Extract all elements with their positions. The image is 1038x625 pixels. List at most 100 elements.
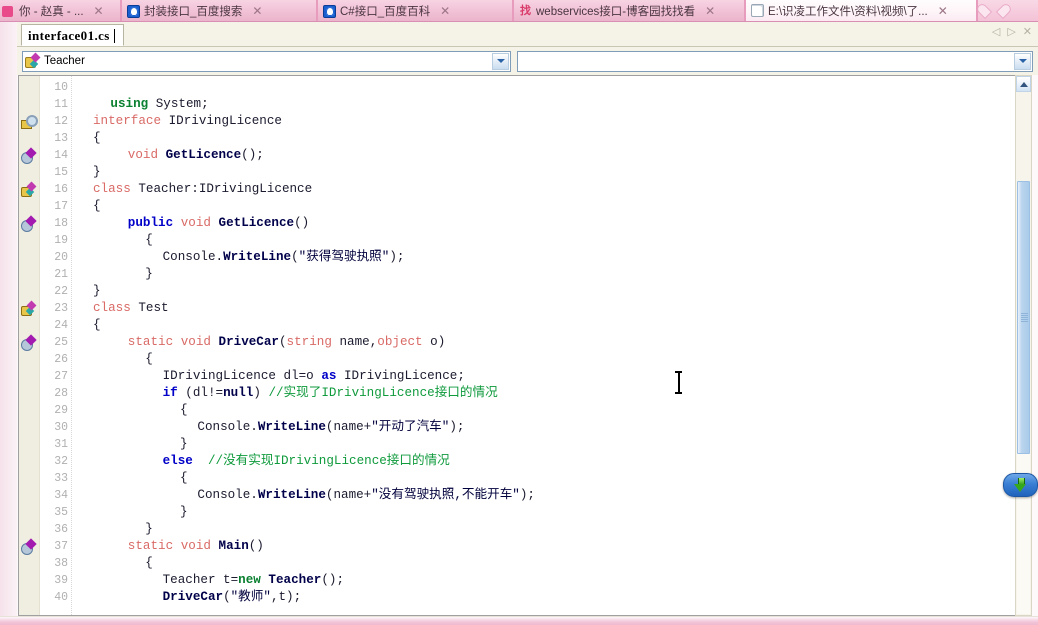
code-line[interactable]: } — [93, 164, 101, 181]
code-line[interactable]: Console.WriteLine("获得驾驶执照"); — [163, 249, 405, 266]
code-line[interactable]: } — [145, 521, 153, 538]
chevron-down-icon[interactable] — [1014, 52, 1031, 70]
method-purple-icon[interactable] — [21, 148, 38, 164]
code-token: static — [127, 335, 174, 349]
code-line[interactable]: { — [93, 130, 101, 147]
type-combo[interactable]: Teacher — [22, 50, 511, 72]
code-line[interactable]: IDrivingLicence dl=o as IDrivingLicence; — [163, 368, 465, 385]
line-number: 15 — [54, 166, 68, 179]
new-tab-button[interactable] — [978, 0, 1038, 21]
code-token: interface — [93, 114, 162, 128]
line-number: 26 — [54, 353, 68, 366]
browser-tab-close-icon[interactable]: ✕ — [938, 5, 948, 17]
code-token: ); — [389, 250, 405, 264]
line-number: 29 — [54, 404, 68, 417]
document-icon — [751, 4, 764, 17]
code-line[interactable]: static void Main() — [128, 538, 264, 555]
code-token: Teacher t= — [162, 573, 239, 587]
line-number: 33 — [54, 472, 68, 485]
code-line[interactable]: { — [145, 232, 153, 249]
code-token: { — [145, 556, 153, 570]
code-token: DriveCar — [162, 590, 224, 604]
code-line[interactable]: public void GetLicence() — [128, 215, 309, 232]
code-line[interactable]: { — [180, 402, 188, 419]
browser-tab-close-icon[interactable]: ✕ — [252, 5, 262, 17]
code-editor[interactable]: 10 11 12 13 14 15 16 17 18 19 20 21 22 23 24 25 26 27 28 29… — [18, 75, 1021, 616]
code-line[interactable]: Console.WriteLine(name+"开动了汽车"); — [197, 419, 464, 436]
scrollbar-thumb[interactable] — [1017, 181, 1030, 454]
chevron-down-icon[interactable] — [492, 52, 509, 70]
code-line[interactable]: else //没有实现IDrivingLicence接口的情况 — [163, 453, 450, 470]
code-line[interactable]: class Teacher:IDrivingLicence — [93, 181, 312, 198]
code-line[interactable]: { — [145, 351, 153, 368]
interface-icon[interactable] — [21, 114, 38, 129]
outlining-gutter[interactable] — [71, 76, 134, 615]
code-line[interactable]: Console.WriteLine(name+"没有驾驶执照,不能开车"); — [197, 487, 535, 504]
code-token: else — [162, 454, 193, 468]
class-icon[interactable] — [21, 301, 38, 316]
code-line[interactable]: void GetLicence(); — [128, 147, 264, 164]
code-line[interactable]: } — [93, 283, 101, 300]
editor-indicator-margin[interactable] — [19, 76, 40, 615]
browser-tab-5[interactable]: E:\识凌工作文件\资料\视频\了... ✕ — [746, 0, 978, 21]
code-line[interactable]: using System; — [110, 96, 208, 113]
code-line[interactable]: { — [145, 555, 153, 572]
method-purple-icon[interactable] — [21, 216, 38, 232]
scroll-up-button[interactable] — [1016, 76, 1031, 92]
code-line[interactable]: static void DriveCar(string name,object … — [128, 334, 446, 351]
green-down-arrow-icon — [1014, 478, 1027, 492]
code-line[interactable]: interface IDrivingLicence — [93, 113, 282, 130]
code-token: public — [127, 216, 174, 230]
code-token: Console. — [162, 250, 224, 264]
class-icon — [25, 53, 41, 69]
code-line[interactable]: { — [180, 470, 188, 487]
code-line[interactable]: } — [180, 504, 188, 521]
code-line[interactable]: { — [93, 317, 101, 334]
line-number: 14 — [54, 149, 68, 162]
code-token: WriteLine — [257, 488, 326, 502]
browser-tab-close-icon[interactable]: ✕ — [705, 5, 715, 17]
tab-prev-icon[interactable]: ◁ — [992, 26, 1000, 38]
code-line[interactable]: } — [180, 436, 188, 453]
browser-tab-1[interactable]: 你 - 赵真 - ... ✕ — [0, 0, 122, 21]
editor-vertical-scrollbar[interactable] — [1015, 75, 1032, 616]
tab-close-icon[interactable]: ✕ — [1023, 26, 1032, 38]
code-line[interactable]: { — [93, 198, 101, 215]
scroll-to-bottom-button[interactable] — [1003, 473, 1038, 497]
code-line[interactable]: if (dl!=null) //实现了IDrivingLicence接口的情况 — [163, 385, 498, 402]
browser-tab-3[interactable]: C#接口_百度百科 ✕ — [318, 0, 514, 21]
browser-tab-2[interactable]: 封装接口_百度搜索 ✕ — [122, 0, 318, 21]
browser-tab-close-icon[interactable]: ✕ — [94, 5, 104, 17]
class-icon[interactable] — [21, 182, 38, 197]
code-token: (); — [321, 573, 345, 587]
document-tab-row: interface01.cs ◁ ▷ ✕ — [17, 22, 1038, 47]
browser-tab-4[interactable]: 找 webservices接口-博客园找找看 ✕ — [514, 0, 746, 21]
line-number: 39 — [54, 574, 68, 587]
document-tab-interface01[interactable]: interface01.cs — [21, 24, 124, 46]
tab-next-icon[interactable]: ▷ — [1007, 26, 1015, 38]
code-line[interactable]: DriveCar("教师",t); — [163, 589, 302, 606]
code-token: GetLicence — [165, 148, 242, 162]
member-combo[interactable] — [517, 50, 1033, 72]
baidu-paw-icon — [127, 4, 140, 18]
code-token: } — [93, 284, 101, 298]
code-text-area[interactable]: using System; interface IDrivingLicence{v… — [87, 76, 1021, 615]
line-number: 32 — [54, 455, 68, 468]
line-number: 34 — [54, 489, 68, 502]
document-tab-label: interface01.cs — [28, 28, 110, 43]
line-number: 16 — [54, 183, 68, 196]
browser-tab-close-icon[interactable]: ✕ — [440, 5, 450, 17]
code-line[interactable]: } — [145, 266, 153, 283]
code-token: using — [110, 97, 149, 111]
code-token: WriteLine — [223, 250, 292, 264]
heart-icon — [984, 3, 1002, 19]
line-number: 28 — [54, 387, 68, 400]
code-line[interactable]: class Test — [93, 300, 169, 317]
type-combo-value: Teacher — [44, 55, 85, 67]
method-purple-icon[interactable] — [21, 539, 38, 555]
method-purple-icon[interactable] — [21, 335, 38, 351]
code-line[interactable]: Teacher t=new Teacher(); — [163, 572, 344, 589]
line-number: 27 — [54, 370, 68, 383]
